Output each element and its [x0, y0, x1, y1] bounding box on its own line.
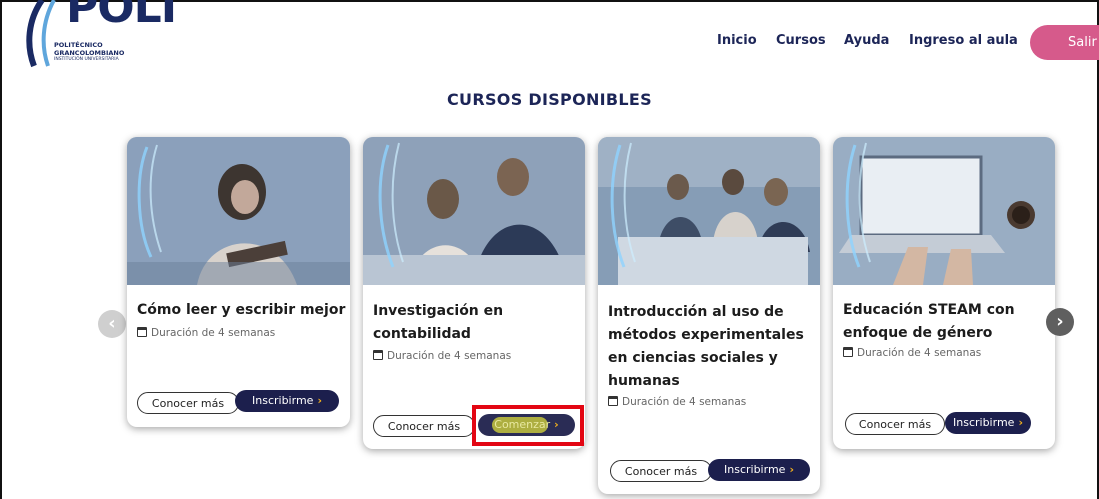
poli-logo[interactable]: POLI POLITÉCNICO GRANCOLOMBIANO INSTITUC… — [24, 0, 177, 80]
enroll-button[interactable]: Inscribirme › — [708, 459, 810, 481]
learn-more-button[interactable]: Conocer más — [373, 415, 475, 437]
course-title-line: en ciencias sociales y — [608, 350, 778, 366]
calendar-icon — [373, 350, 383, 360]
nav-ingreso-aula[interactable]: Ingreso al aula — [909, 33, 1018, 48]
enroll-button[interactable]: Inscribirme › — [235, 390, 339, 412]
course-duration: Duración de 4 semanas — [843, 347, 981, 359]
course-duration: Duración de 4 semanas — [373, 350, 511, 362]
frame-left-border — [0, 0, 2, 499]
logo-wordmark: POLI — [66, 0, 177, 33]
logo-line-2: GRANCOLOMBIANO — [54, 49, 125, 57]
logout-button[interactable]: Salir — [1030, 25, 1099, 60]
nav-cursos[interactable]: Cursos — [776, 33, 826, 48]
course-image — [598, 137, 820, 285]
course-title-line: Investigación en — [373, 303, 504, 319]
logo-line-3: INSTITUCIÓN UNIVERSITARIA — [54, 57, 119, 62]
calendar-icon — [608, 396, 618, 406]
carousel-next-button[interactable]: › — [1046, 308, 1074, 336]
carousel-prev-button[interactable]: ‹ — [98, 310, 126, 338]
course-card: Cómo leer y escribir mejor Duración de 4… — [127, 137, 350, 427]
calendar-icon — [137, 327, 147, 337]
learn-more-button[interactable]: Conocer más — [610, 460, 712, 482]
nav-inicio[interactable]: Inicio — [717, 33, 757, 48]
annotation-highlight-box — [472, 405, 584, 446]
logo-line-1: POLITÉCNICO — [54, 41, 103, 49]
course-card: Introducción al uso de métodos experimen… — [598, 137, 820, 494]
course-title-line: Educación STEAM con — [843, 302, 1015, 318]
course-title-line: enfoque de género — [843, 325, 993, 341]
course-title-line: contabilidad — [373, 326, 471, 342]
duration-text: Duración de 4 semanas — [387, 350, 512, 362]
course-title-line: Introducción al uso de — [608, 304, 784, 320]
course-title-line: humanas — [608, 373, 680, 389]
chevron-right-icon: › — [789, 463, 794, 476]
course-title: Cómo leer y escribir mejor — [137, 302, 346, 318]
chevron-left-icon: ‹ — [108, 313, 116, 334]
duration-text: Duración de 4 semanas — [857, 347, 982, 359]
enroll-label: Inscribirme — [252, 394, 314, 407]
course-card: Investigación en contabilidad Duración d… — [363, 137, 585, 449]
enroll-label: Inscribirme — [724, 463, 786, 476]
section-title: CURSOS DISPONIBLES — [447, 90, 652, 109]
chevron-right-icon: › — [317, 394, 322, 407]
learn-more-button[interactable]: Conocer más — [137, 392, 239, 414]
chevron-right-icon: › — [1056, 311, 1064, 332]
chevron-right-icon: › — [1018, 416, 1023, 429]
course-image — [363, 137, 585, 285]
course-title-line: métodos experimentales — [608, 327, 804, 343]
learn-more-button[interactable]: Conocer más — [845, 413, 945, 435]
duration-text: Duración de 4 semanas — [151, 327, 276, 339]
enroll-label: Inscribirme — [953, 416, 1015, 429]
nav-ayuda[interactable]: Ayuda — [844, 33, 889, 48]
calendar-icon — [843, 347, 853, 357]
course-duration: Duración de 4 semanas — [137, 327, 275, 339]
duration-text: Duración de 4 semanas — [622, 396, 747, 408]
course-image — [833, 137, 1055, 285]
course-duration: Duración de 4 semanas — [608, 396, 746, 408]
course-image — [127, 137, 350, 285]
enroll-button[interactable]: Inscribirme › — [945, 412, 1031, 434]
course-card: Educación STEAM con enfoque de género Du… — [833, 137, 1055, 449]
